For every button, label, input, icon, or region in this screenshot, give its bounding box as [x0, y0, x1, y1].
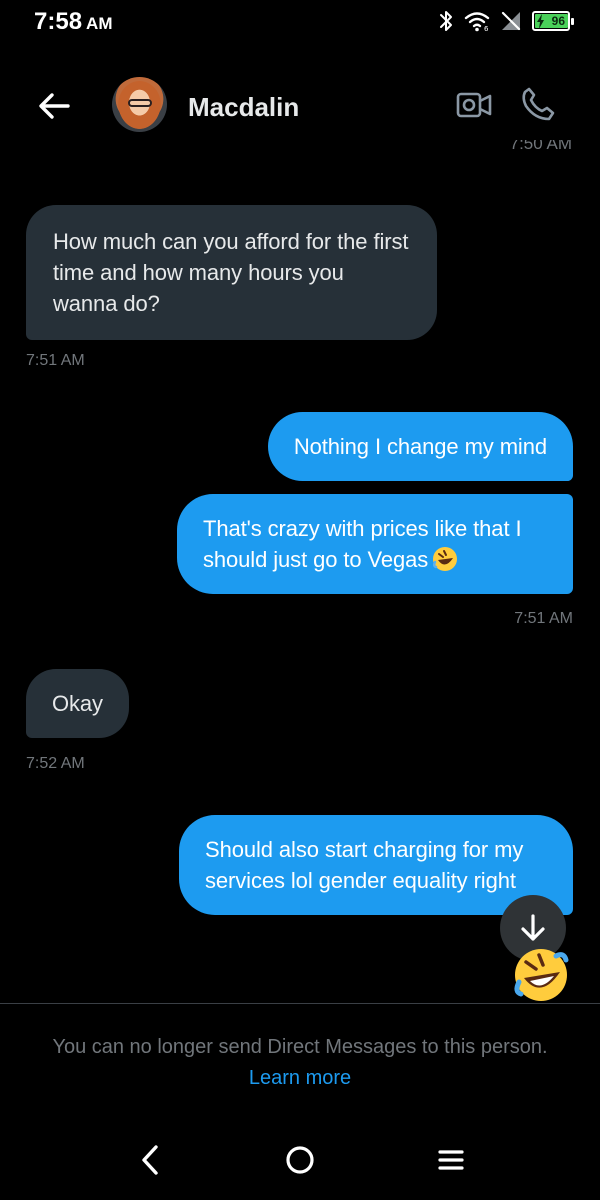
bluetooth-icon: [440, 11, 452, 31]
avatar-glasses: [128, 99, 152, 107]
message-timestamp: 7:52 AM: [26, 755, 85, 772]
dm-disabled-notice: You can no longer send Direct Messages t…: [52, 1036, 548, 1058]
battery-cap: [571, 18, 574, 25]
svg-text:6: 6: [484, 25, 489, 32]
message-timestamp: 7:50 AM: [509, 140, 572, 153]
phone-call-icon[interactable]: [520, 86, 556, 122]
nav-home-icon[interactable]: [284, 1144, 316, 1176]
battery-level: 96: [551, 14, 565, 28]
message-timestamp: 7:51 AM: [514, 610, 573, 627]
status-icons: 6 96: [438, 9, 574, 33]
avatar[interactable]: [112, 77, 167, 132]
video-call-icon[interactable]: [456, 90, 492, 120]
contact-name[interactable]: Macdalin: [188, 92, 299, 123]
message-text: That's crazy with prices like that I sho…: [203, 516, 522, 572]
status-time: 7:58 AM: [34, 8, 113, 36]
incoming-message-bubble[interactable]: How much can you afford for the first ti…: [26, 205, 437, 340]
no-sim-icon: [501, 11, 521, 31]
outgoing-message-bubble[interactable]: That's crazy with prices like that I sho…: [177, 494, 573, 594]
back-arrow-icon[interactable]: [36, 88, 72, 124]
nav-back-icon[interactable]: [136, 1143, 164, 1177]
message-text: Should also start charging for my servic…: [205, 837, 524, 893]
message-text: Nothing I change my mind: [293, 434, 547, 459]
message-list[interactable]: 7:50 AM How much can you afford for the …: [0, 140, 600, 1002]
message-text: Okay: [52, 691, 103, 716]
nav-menu-icon[interactable]: [436, 1146, 466, 1174]
rolling-laughing-emoji-icon: [514, 949, 569, 1001]
divider: [0, 1003, 600, 1004]
status-time-value: 7:58: [34, 8, 83, 35]
arrow-down-icon: [521, 914, 545, 941]
conversation-header: Macdalin: [0, 70, 600, 140]
incoming-message-bubble[interactable]: Okay: [26, 669, 129, 738]
rolling-laughing-emoji-icon: [433, 547, 458, 571]
status-bar: 7:58 AM 6 96: [0, 0, 600, 44]
learn-more-link[interactable]: Learn more: [0, 1067, 600, 1090]
outgoing-message-bubble[interactable]: Nothing I change my mind: [267, 412, 573, 481]
wifi-icon: 6: [464, 12, 490, 32]
battery-icon: 96: [532, 11, 574, 31]
message-text: How much can you afford for the first ti…: [53, 229, 409, 316]
message-timestamp: 7:51 AM: [26, 352, 85, 369]
status-time-ampm: AM: [86, 14, 113, 33]
